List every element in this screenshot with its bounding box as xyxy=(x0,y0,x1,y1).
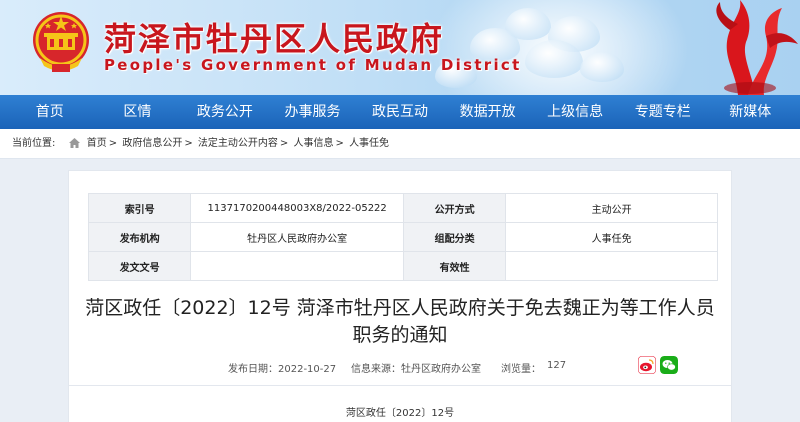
breadcrumb-separator: > xyxy=(184,138,193,149)
disclosure-value: 主动公开 xyxy=(505,193,718,223)
weibo-icon[interactable] xyxy=(638,356,656,374)
publisher-label: 发布机构 xyxy=(87,222,192,252)
breadcrumb-separator: > xyxy=(279,138,289,149)
document-title: 菏区政任〔2022〕12号 菏泽市牡丹区人民政府关于免去魏正为等工作人员职务的通… xyxy=(85,297,715,346)
breadcrumb-separator: > xyxy=(108,138,118,149)
views-label: 浏览量： xyxy=(501,364,541,375)
publisher-value: 牡丹区人民政府办公室 xyxy=(190,222,404,252)
content-divider xyxy=(68,385,732,386)
peony-sculpture-icon xyxy=(716,0,798,95)
nav-item-new-media[interactable]: 新媒体 xyxy=(707,95,795,129)
publish-date: 发布日期：2022-10-27 xyxy=(228,364,337,375)
site-title: 菏泽市牡丹区人民政府 xyxy=(104,20,445,58)
document-info-row: 发布日期：2022-10-27 信息来源：牡丹区政府办公室 浏览量： 127 xyxy=(68,356,732,378)
nav-item-superior-info[interactable]: 上级信息 xyxy=(531,95,619,129)
table-row: 索引号 1137170200448003X8/2022-05222 公开方式 主… xyxy=(87,193,718,223)
category-value: 人事任免 xyxy=(505,222,718,252)
nav-item-open-data[interactable]: 数据开放 xyxy=(444,95,532,129)
validity-value xyxy=(505,251,718,281)
breadcrumb: 当前位置: 首页 > 政府信息公开 > 法定主动公开内容 > 人事信息 > 人事任免 xyxy=(0,129,800,159)
banner-flower-petal xyxy=(580,52,624,82)
wechat-icon[interactable] xyxy=(660,356,678,374)
main-nav: 首页 区情 政务公开 办事服务 政民互动 数据开放 上级信息 专题专栏 新媒体 xyxy=(0,95,800,129)
nav-item-interaction[interactable]: 政民互动 xyxy=(356,95,444,129)
index-label: 索引号 xyxy=(87,193,192,223)
table-row: 发布机构 牡丹区人民政府办公室 组配分类 人事任免 xyxy=(87,222,718,252)
nav-item-services[interactable]: 办事服务 xyxy=(269,95,357,129)
nav-item-topics[interactable]: 专题专栏 xyxy=(619,95,707,129)
views-count: 127 xyxy=(547,360,567,371)
disclosure-label: 公开方式 xyxy=(402,193,507,223)
breadcrumb-item-personnel[interactable]: 人事信息 xyxy=(293,138,333,149)
validity-label: 有效性 xyxy=(402,251,507,281)
breadcrumb-item-appointments[interactable]: 人事任免 xyxy=(349,138,389,149)
info-source: 信息来源：牡丹区政府办公室 xyxy=(351,364,481,375)
nav-item-home[interactable]: 首页 xyxy=(6,95,94,129)
docno-label: 发文文号 xyxy=(87,251,192,281)
document-number: 菏区政任〔2022〕12号 xyxy=(345,408,455,419)
table-row: 发文文号 有效性 xyxy=(87,251,718,281)
metadata-table: 索引号 1137170200448003X8/2022-05222 公开方式 主… xyxy=(87,193,718,281)
breadcrumb-item-gov-info[interactable]: 政府信息公开 xyxy=(122,138,182,149)
site-subtitle: People's Government of Mudan District xyxy=(104,56,522,74)
docno-value xyxy=(190,251,404,281)
nav-item-district-info[interactable]: 区情 xyxy=(94,95,182,129)
breadcrumb-item-home[interactable]: 首页 xyxy=(87,138,107,149)
banner-flower-petal xyxy=(525,40,583,78)
breadcrumb-separator: > xyxy=(335,138,344,149)
home-icon xyxy=(68,138,80,148)
category-label: 组配分类 xyxy=(402,222,507,252)
index-value: 1137170200448003X8/2022-05222 xyxy=(190,193,404,223)
breadcrumb-item-statutory[interactable]: 法定主动公开内容 xyxy=(198,138,278,149)
header-banner: 菏泽市牡丹区人民政府 People's Government of Mudan … xyxy=(0,0,800,95)
nav-item-gov-affairs[interactable]: 政务公开 xyxy=(181,95,269,129)
breadcrumb-label: 当前位置: xyxy=(12,138,56,149)
national-emblem-icon xyxy=(33,12,89,72)
